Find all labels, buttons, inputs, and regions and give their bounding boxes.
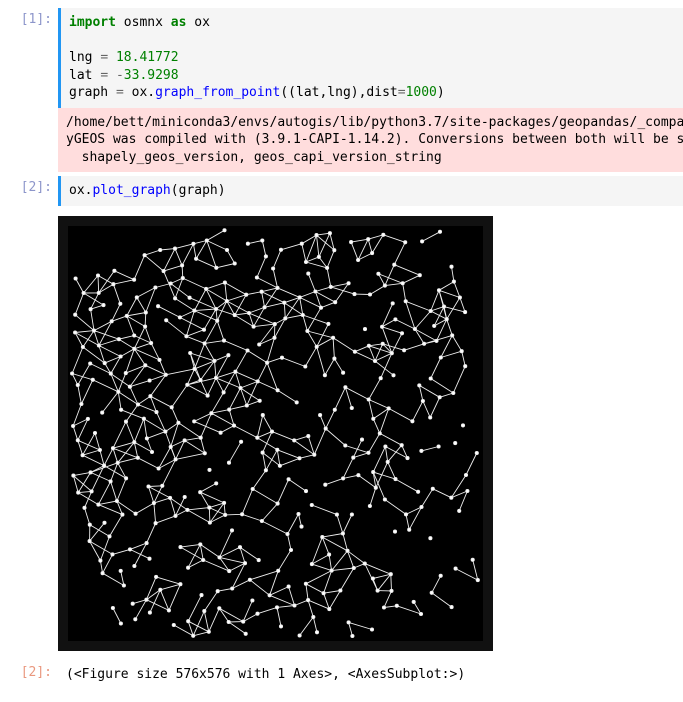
kw-as: as [171,15,187,30]
cell-2-image-content [58,210,683,657]
cell-2-text-content: (<Figure size 576x576 with 1 Axes>, <Axe… [58,661,683,690]
input-cell-2: [2]: ox.plot_graph(graph) [0,176,683,206]
input-cell-1: [1]: import osmnx as ox lng = 18.41772 l… [0,8,683,172]
output-cell-2-image [0,210,683,657]
stderr-output-1: /home/bett/miniconda3/envs/autogis/lib/p… [58,108,683,173]
street-network-svg [68,226,483,641]
graph-output-container [58,210,683,657]
prompt-in-2: [2]: [0,176,58,206]
fn-plot-graph: plot_graph [92,183,170,198]
cell-1-content: import osmnx as ox lng = 18.41772 lat = … [58,8,683,172]
prompt-empty [0,210,58,657]
execute-result-text: (<Figure size 576x576 with 1 Axes>, <Axe… [58,661,683,690]
prompt-out-2: [2]: [0,661,58,690]
output-cell-2-text: [2]: (<Figure size 576x576 with 1 Axes>,… [0,661,683,690]
code-input-2[interactable]: ox.plot_graph(graph) [58,176,683,206]
fn-graph-from-point: graph_from_point [155,85,280,100]
cell-2-content: ox.plot_graph(graph) [58,176,683,206]
street-network-graph [58,216,493,651]
kw-import: import [69,15,116,30]
prompt-in-1: [1]: [0,8,58,172]
code-input-1[interactable]: import osmnx as ox lng = 18.41772 lat = … [58,8,683,108]
